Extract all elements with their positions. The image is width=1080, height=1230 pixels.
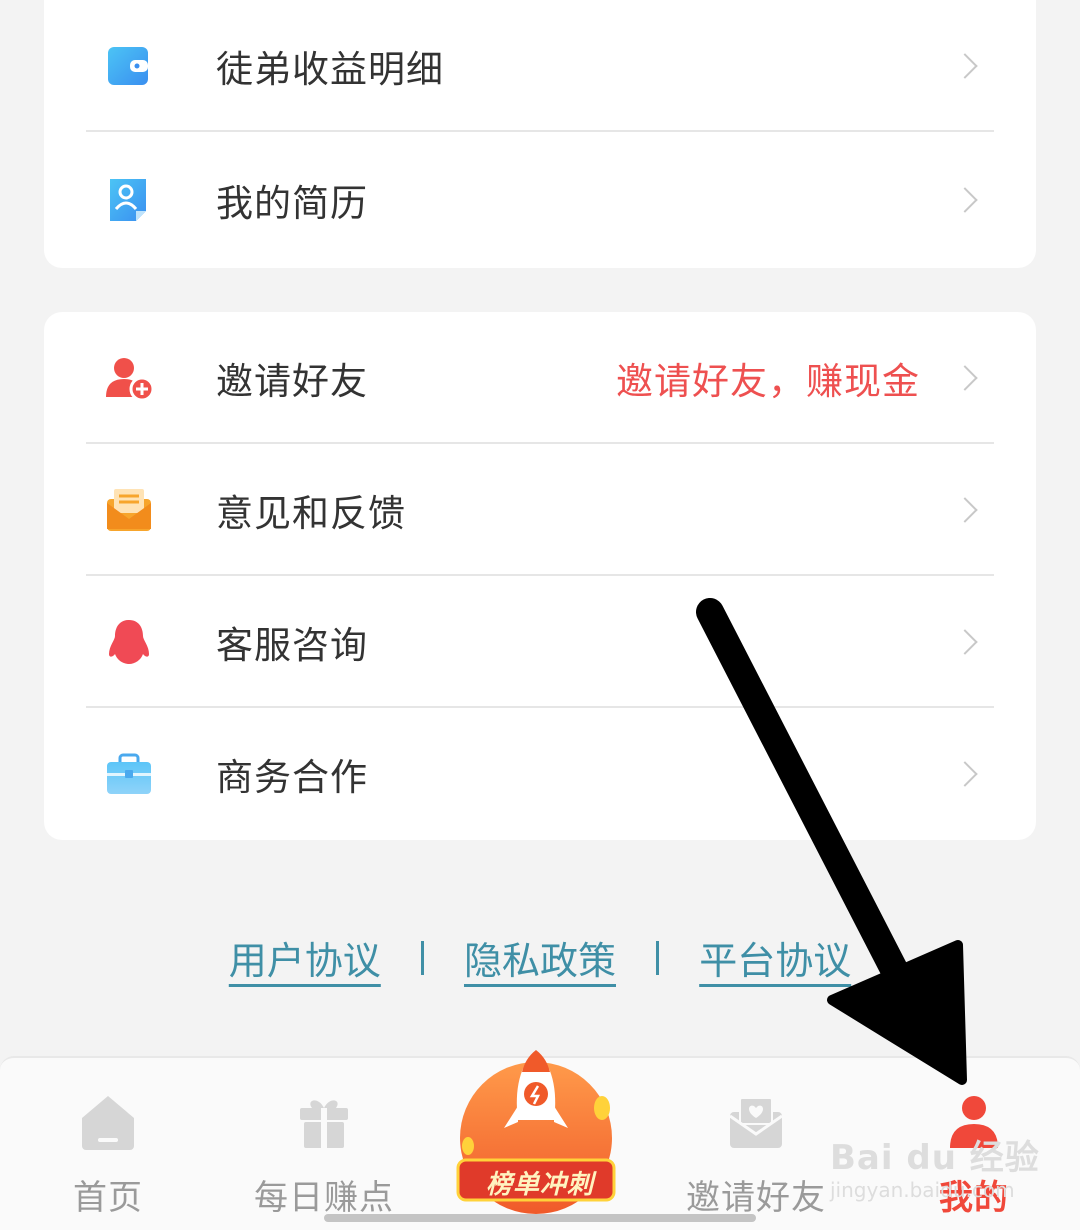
briefcase-icon — [104, 749, 154, 799]
invite-user-icon — [104, 353, 155, 403]
tab-daily-earn[interactable]: 每日赚点 — [238, 1058, 410, 1230]
menu-item-label: 徒弟收益明细 — [216, 48, 444, 91]
wallet-icon — [104, 41, 154, 91]
feedback-mail-icon — [104, 485, 154, 535]
watermark-url: jingyan.baidu.com — [830, 1178, 1015, 1202]
link-separator — [420, 940, 424, 975]
tab-home[interactable]: 首页 — [38, 1058, 178, 1230]
menu-item-invite-friends[interactable]: 邀请好友 邀请好友，赚现金 — [44, 312, 1036, 444]
badge-label: 榜单冲刺 — [485, 1170, 594, 1200]
link-separator — [656, 940, 660, 975]
chevron-right-icon — [952, 53, 978, 79]
menu-card-bottom: 邀请好友 邀请好友，赚现金 意见和反馈 客服咨询 商务合作 — [44, 312, 1036, 840]
chevron-right-icon — [952, 629, 978, 655]
menu-item-resume[interactable]: 我的简历 — [44, 134, 1036, 266]
menu-item-apprentice-earnings[interactable]: 徒弟收益明细 — [44, 0, 1036, 132]
platform-agreement-link[interactable]: 平台协议 — [699, 930, 851, 985]
menu-card-top: 徒弟收益明细 我的简历 — [44, 0, 1036, 268]
home-indicator — [324, 1214, 756, 1222]
footer-links: 用户协议 隐私政策 平台协议 — [0, 930, 1080, 985]
invite-promo-text: 邀请好友，赚现金 — [616, 360, 920, 403]
privacy-policy-link[interactable]: 隐私政策 — [464, 930, 616, 985]
tab-label: 首页 — [73, 1178, 143, 1218]
chevron-right-icon — [952, 761, 978, 787]
tab-label: 每日赚点 — [254, 1178, 394, 1218]
menu-item-business-cooperation[interactable]: 商务合作 — [44, 708, 1036, 840]
invite-heart-mail-icon — [729, 1097, 783, 1148]
menu-item-label: 邀请好友 — [216, 360, 368, 403]
menu-item-label: 客服咨询 — [216, 624, 368, 667]
tab-label: 邀请好友 — [686, 1178, 826, 1218]
chevron-right-icon — [952, 187, 978, 213]
divider — [86, 130, 994, 132]
menu-item-feedback[interactable]: 意见和反馈 — [44, 444, 1036, 576]
menu-item-label: 意见和反馈 — [216, 492, 406, 535]
menu-item-label: 商务合作 — [216, 756, 368, 799]
chevron-right-icon — [952, 365, 978, 391]
chevron-right-icon — [952, 497, 978, 523]
resume-icon — [104, 175, 154, 225]
home-icon — [82, 1096, 134, 1150]
tab-ranking-sprint[interactable]: 榜单冲刺 — [450, 1028, 630, 1214]
menu-item-customer-service[interactable]: 客服咨询 — [44, 576, 1036, 708]
menu-item-label: 我的简历 — [216, 182, 368, 225]
qq-penguin-icon — [104, 617, 154, 667]
gift-icon — [300, 1100, 348, 1148]
tab-invite[interactable]: 邀请好友 — [682, 1058, 830, 1230]
user-agreement-link[interactable]: 用户协议 — [229, 930, 381, 985]
watermark-brand: Bai du 经验 — [830, 1138, 1040, 1178]
